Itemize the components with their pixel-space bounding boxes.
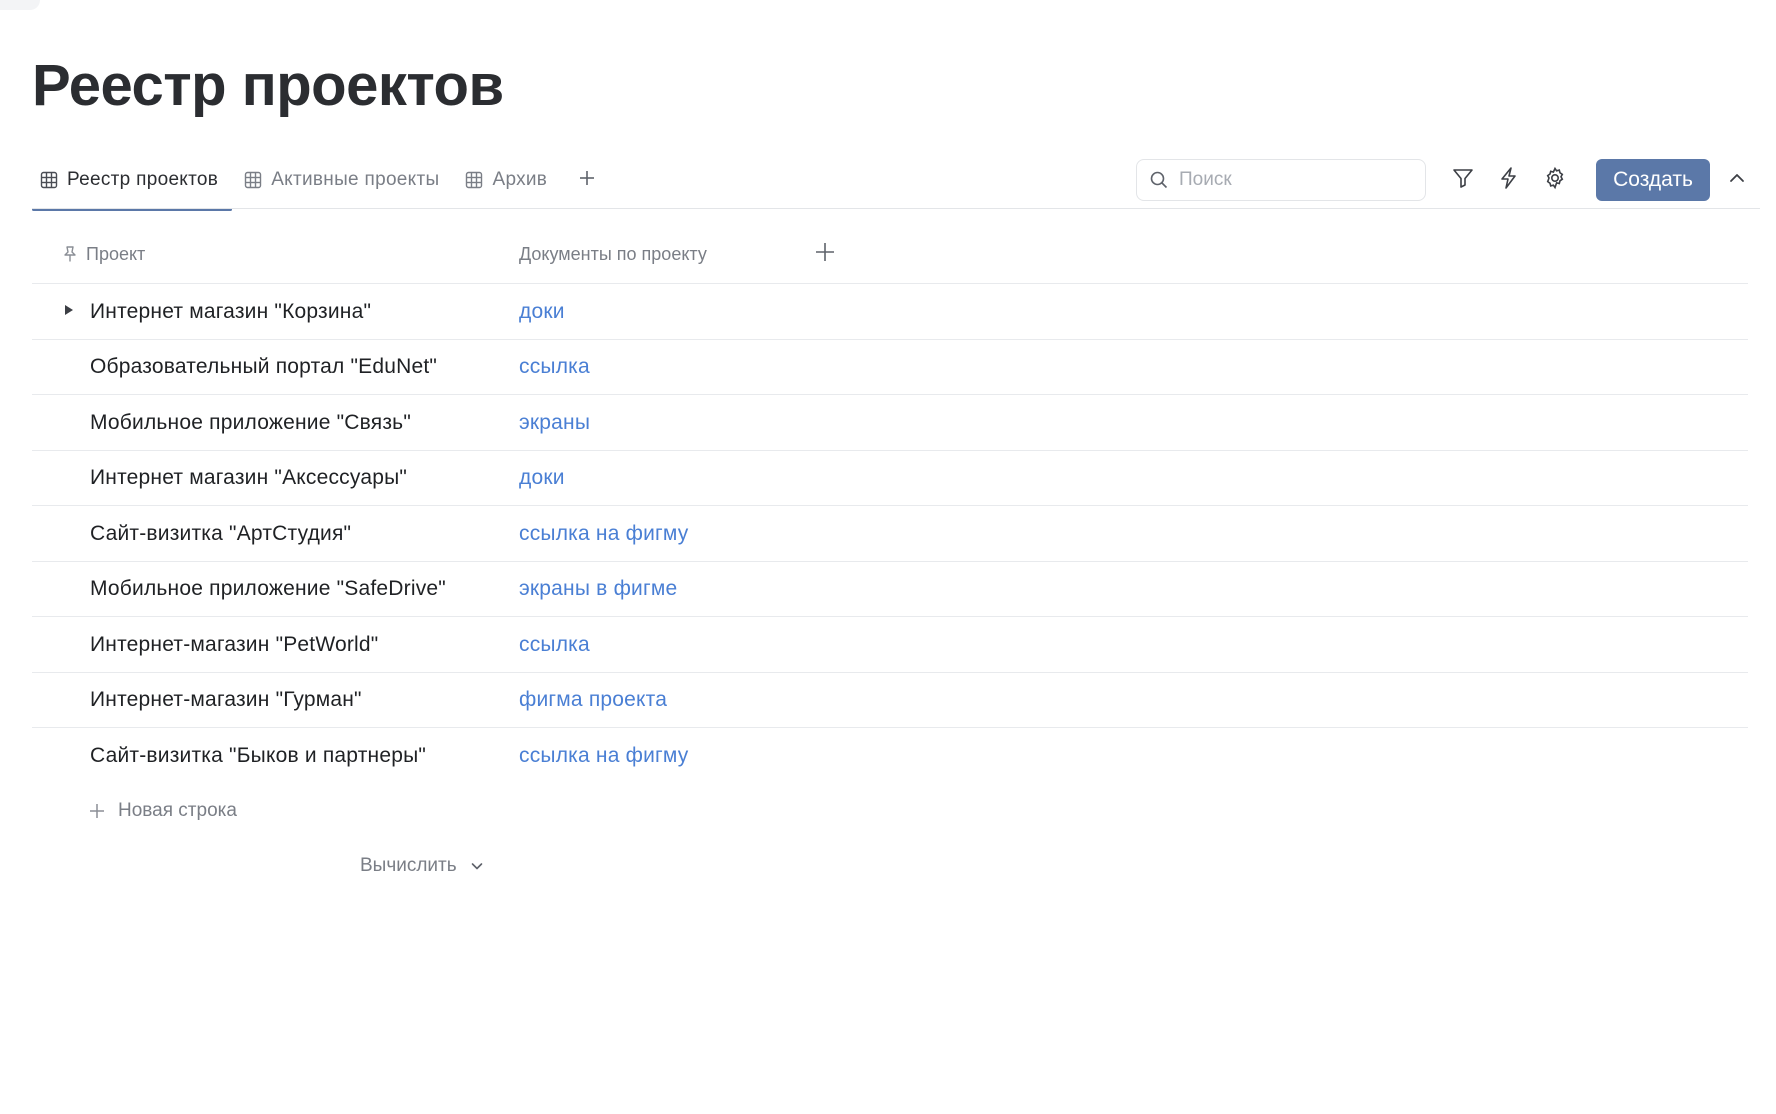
search-box[interactable] bbox=[1136, 159, 1426, 201]
table-row[interactable]: Интернет магазин "Аксессуары" доки bbox=[32, 451, 1748, 506]
tab-active-projects[interactable]: Активные проекты bbox=[236, 150, 447, 210]
project-name[interactable]: Сайт-визитка "АртСтудия" bbox=[90, 506, 351, 561]
document-link[interactable]: фигма проекта bbox=[519, 673, 667, 728]
table-icon bbox=[465, 171, 483, 189]
chevron-down-icon bbox=[469, 858, 485, 874]
calculate-label: Вычислить bbox=[360, 855, 457, 876]
filter-button[interactable] bbox=[1440, 157, 1486, 203]
plus-icon bbox=[814, 241, 836, 268]
project-name[interactable]: Интернет-магазин "Гурман" bbox=[90, 673, 362, 728]
document-link[interactable]: экраны в фигме bbox=[519, 562, 677, 617]
gear-icon bbox=[1543, 166, 1567, 195]
settings-button[interactable] bbox=[1532, 157, 1578, 203]
tab-label: Архив bbox=[492, 169, 548, 190]
toolbar-actions: Создать bbox=[1136, 150, 1760, 210]
table-icon bbox=[40, 171, 58, 189]
tab-archive[interactable]: Архив bbox=[457, 150, 555, 210]
create-button[interactable]: Создать bbox=[1596, 159, 1710, 201]
table-row[interactable]: Интернет-магазин "Гурман" фигма проекта bbox=[32, 673, 1748, 728]
project-name[interactable]: Интернет магазин "Корзина" bbox=[90, 284, 371, 339]
tab-registry[interactable]: Реестр проектов bbox=[32, 150, 233, 211]
table-row[interactable]: Сайт-визитка "АртСтудия" ссылка на фигму bbox=[32, 506, 1748, 562]
table-row[interactable]: Образовательный портал "EduNet" ссылка bbox=[32, 340, 1748, 395]
document-link[interactable]: ссылка bbox=[519, 340, 590, 395]
column-header-label: Документы по проекту bbox=[519, 243, 707, 264]
pin-icon bbox=[62, 245, 78, 263]
filter-icon bbox=[1451, 166, 1475, 195]
table-header: Проект Документы по проекту bbox=[32, 224, 1748, 284]
toolbar-divider bbox=[32, 208, 1760, 209]
tab-label: Активные проекты bbox=[271, 169, 440, 190]
column-header-docs[interactable]: Документы по проекту bbox=[519, 224, 707, 284]
project-name[interactable]: Образовательный портал "EduNet" bbox=[90, 340, 437, 395]
project-name[interactable]: Мобильное приложение "SafeDrive" bbox=[90, 562, 446, 617]
document-link[interactable]: ссылка на фигму bbox=[519, 506, 688, 561]
projects-table: Проект Документы по проекту Интернет маг… bbox=[32, 224, 1748, 784]
add-view-button[interactable] bbox=[569, 150, 605, 210]
view-toolbar: Реестр проектов Активные проекты Архив П… bbox=[32, 150, 1760, 211]
column-header-project[interactable]: Проект bbox=[62, 224, 145, 284]
document-link[interactable]: ссылка bbox=[519, 617, 590, 672]
document-link[interactable]: экраны bbox=[519, 395, 590, 450]
collapse-button[interactable] bbox=[1714, 157, 1760, 203]
window-corner bbox=[0, 0, 40, 10]
document-link[interactable]: ссылка на фигму bbox=[519, 728, 688, 783]
search-icon bbox=[1149, 170, 1169, 190]
project-name[interactable]: Интернет магазин "Аксессуары" bbox=[90, 451, 407, 506]
plus-icon bbox=[88, 802, 106, 820]
page: Реестр проектов Реестр проектов Активные… bbox=[0, 0, 1776, 1114]
chevron-up-icon bbox=[1727, 168, 1747, 193]
table-icon bbox=[244, 171, 262, 189]
table-row[interactable]: Мобильное приложение "Связь" экраны bbox=[32, 395, 1748, 451]
tab-label: Реестр проектов bbox=[67, 169, 219, 190]
automation-button[interactable] bbox=[1486, 157, 1532, 203]
search-input[interactable] bbox=[1179, 169, 1399, 191]
table-row[interactable]: Мобильное приложение "SafeDrive" экраны … bbox=[32, 562, 1748, 617]
project-name[interactable]: Интернет-магазин "PetWorld" bbox=[90, 617, 378, 672]
table-row[interactable]: Интернет магазин "Корзина" доки bbox=[32, 284, 1748, 340]
document-link[interactable]: доки bbox=[519, 451, 565, 506]
plus-icon bbox=[578, 169, 596, 192]
add-row-label: Новая строка bbox=[118, 800, 237, 821]
lightning-icon bbox=[1497, 166, 1521, 195]
view-tabs: Реестр проектов Активные проекты Архив bbox=[32, 150, 605, 211]
project-name[interactable]: Сайт-визитка "Быков и партнеры" bbox=[90, 728, 426, 783]
table-row[interactable]: Интернет-магазин "PetWorld" ссылка bbox=[32, 617, 1748, 673]
calculate-dropdown[interactable]: Вычислить bbox=[360, 850, 485, 882]
project-name[interactable]: Мобильное приложение "Связь" bbox=[90, 395, 411, 450]
add-row-button[interactable]: Новая строка bbox=[88, 795, 237, 827]
table-row[interactable]: Сайт-визитка "Быков и партнеры" ссылка н… bbox=[32, 728, 1748, 784]
page-title: Реестр проектов bbox=[32, 53, 504, 118]
expand-row-button[interactable] bbox=[64, 284, 74, 339]
document-link[interactable]: доки bbox=[519, 284, 565, 339]
add-column-button[interactable] bbox=[808, 224, 842, 284]
column-header-label: Проект bbox=[86, 243, 146, 264]
table-body: Интернет магазин "Корзина" доки Образова… bbox=[32, 284, 1748, 784]
caret-right-icon bbox=[64, 303, 74, 321]
